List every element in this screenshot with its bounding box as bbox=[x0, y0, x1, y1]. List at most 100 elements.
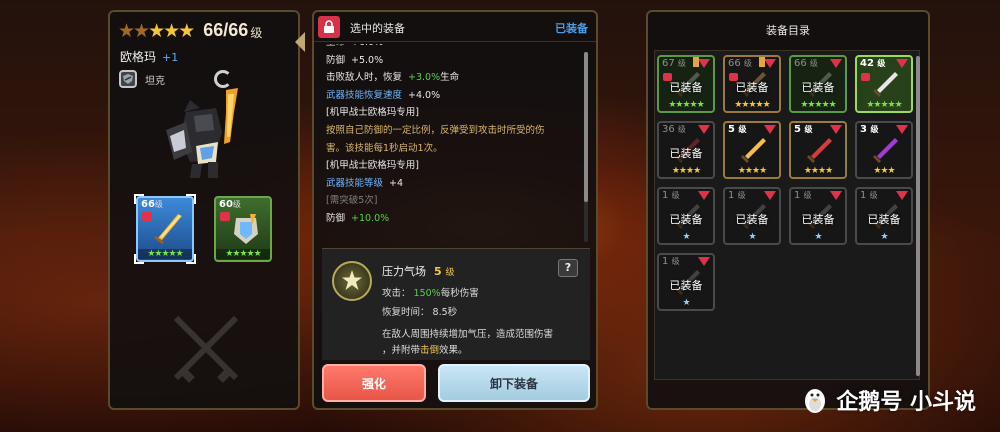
weapon-icon bbox=[807, 138, 832, 163]
equipment-card[interactable]: 36 级已装备 ★★★★ bbox=[657, 121, 715, 179]
shield-class-icon bbox=[119, 70, 137, 88]
skill-level: 5 级 bbox=[434, 265, 455, 278]
watermark: 企鹅号 小斗说 bbox=[800, 384, 976, 416]
sword-icon bbox=[154, 214, 182, 244]
new-flag-icon bbox=[764, 125, 776, 134]
armor-icon bbox=[234, 214, 258, 244]
hero-level: 66/66 bbox=[203, 20, 249, 40]
card-equipped-label: 已装备 bbox=[735, 81, 769, 94]
equipment-grid[interactable]: 67 级已装备 ★★★★★ 66 级已装备 ★★★★★ 66 级已装备 ★★★★★ 42 级… bbox=[654, 50, 920, 380]
equipment-catalog-panel: 装备目录 67 级已装备 ★★★★★ 66 级已装备 ★★★★★ 66 级已装备 ★★★★… bbox=[646, 10, 930, 410]
equipment-card[interactable]: 1 级已装备 ★ bbox=[723, 187, 781, 245]
panel-header: 选中的装备 已装备 bbox=[314, 12, 596, 42]
card-level: 36 级 bbox=[662, 124, 686, 135]
card-stars: ★★★★ bbox=[671, 166, 701, 176]
card-stars: ★ bbox=[682, 232, 690, 242]
slot-level: 66级 bbox=[141, 199, 163, 210]
card-equipped-label: 已装备 bbox=[801, 81, 835, 94]
panel-title: 选中的装备 bbox=[350, 22, 405, 35]
lock-icon bbox=[142, 212, 152, 221]
weapon-icon bbox=[873, 138, 898, 163]
stats-scrollbar[interactable] bbox=[584, 52, 588, 242]
equipment-card[interactable]: 66 级已装备 ★★★★★ bbox=[723, 55, 781, 113]
lock-icon[interactable] bbox=[318, 16, 340, 38]
skill-name: 压力气场 5 级 bbox=[382, 265, 455, 278]
selection-corner bbox=[186, 194, 196, 204]
new-flag-icon bbox=[896, 125, 908, 134]
equipment-card[interactable]: 1 级已装备 ★ bbox=[855, 187, 913, 245]
hero-sprite bbox=[166, 88, 238, 178]
stat-line: [机甲战士欧格玛专用] bbox=[326, 160, 419, 172]
card-stars: ★ bbox=[880, 232, 888, 242]
panel-pointer bbox=[295, 32, 305, 52]
card-equipped-label: 已装备 bbox=[669, 213, 703, 226]
new-flag-icon bbox=[698, 191, 710, 200]
card-stars: ★★★★★ bbox=[734, 100, 770, 110]
card-stars: ★★★★★ bbox=[866, 100, 902, 110]
card-level: 1 级 bbox=[794, 190, 812, 201]
help-button[interactable]: ? bbox=[558, 259, 578, 277]
skill-description: 在敌人周围持续增加气压，造成范围伤害 ，并附带击倒效果。 bbox=[382, 329, 554, 356]
hero-plus: +1 bbox=[162, 51, 179, 64]
bookmark-icon bbox=[693, 57, 699, 67]
card-stars: ★★★★ bbox=[803, 166, 833, 176]
card-stars: ★★★★ bbox=[737, 166, 767, 176]
card-stars: ★★★★★ bbox=[800, 100, 836, 110]
card-level: 3 级 bbox=[860, 124, 879, 135]
new-flag-icon bbox=[830, 191, 842, 200]
stat-line: 生命+6.0% bbox=[326, 44, 588, 52]
upgrade-button[interactable]: 强化 bbox=[322, 364, 426, 402]
equipment-card[interactable]: 1 级已装备 ★ bbox=[657, 253, 715, 311]
card-level: 1 级 bbox=[662, 256, 680, 267]
slot-stars: ★★★★★ bbox=[216, 249, 270, 259]
card-stars: ★ bbox=[814, 232, 822, 242]
equipment-card[interactable]: 1 级已装备 ★ bbox=[657, 187, 715, 245]
skill-icon bbox=[332, 261, 372, 301]
lock-icon bbox=[220, 212, 230, 221]
catalog-scrollbar[interactable] bbox=[916, 56, 920, 376]
equipment-card[interactable]: 1 级已装备 ★ bbox=[789, 187, 847, 245]
card-stars: ★ bbox=[748, 232, 756, 242]
new-flag-icon bbox=[896, 191, 908, 200]
card-stars: ★★★★★ bbox=[668, 100, 704, 110]
equipment-card[interactable]: 5 级 ★★★★ bbox=[723, 121, 781, 179]
weapon-icon bbox=[741, 138, 766, 163]
new-flag-icon bbox=[830, 125, 842, 134]
skill-attack: 攻击： 150%每秒伤害 bbox=[382, 288, 479, 299]
scrollbar-thumb[interactable] bbox=[916, 56, 920, 376]
hero-panel: ★ ★ ★ ★ ★ 66/66 级 欧格玛 +1 坦克 66级 ★★★★★ 60… bbox=[108, 10, 300, 410]
card-level: 1 级 bbox=[662, 190, 680, 201]
watermark-text: 企鹅号 小斗说 bbox=[836, 390, 976, 415]
scrollbar-thumb[interactable] bbox=[584, 52, 588, 202]
stat-line: [需突破5次] bbox=[326, 195, 378, 207]
slot-level: 60级 bbox=[219, 199, 241, 210]
card-equipped-label: 已装备 bbox=[867, 213, 901, 226]
equipped-weapon-slot[interactable]: 66级 ★★★★★ bbox=[134, 194, 196, 264]
unequip-button[interactable]: 卸下装备 bbox=[438, 364, 590, 402]
selection-corner bbox=[134, 254, 144, 264]
card-stars: ★ bbox=[682, 298, 690, 308]
equipment-card[interactable]: 5 级 ★★★★ bbox=[789, 121, 847, 179]
stat-line: 击败敌人时，恢复 +3.0%生命 bbox=[326, 72, 460, 84]
penguin-logo-icon bbox=[805, 389, 826, 413]
equipment-card[interactable]: 3 级 ★★★ bbox=[855, 121, 913, 179]
card-level: 1 级 bbox=[860, 190, 878, 201]
new-flag-icon bbox=[764, 191, 776, 200]
stat-line: 武器技能恢复速度 +4.0% bbox=[326, 89, 441, 101]
equipment-card[interactable]: 42 级 ★★★★★ bbox=[855, 55, 913, 113]
equipment-card[interactable]: 67 级已装备 ★★★★★ bbox=[657, 55, 715, 113]
stat-line: 武器技能等级 +4 bbox=[326, 177, 404, 189]
card-level: 67 级 bbox=[662, 58, 686, 69]
crossed-swords-icon bbox=[173, 315, 239, 383]
selection-corner bbox=[134, 194, 144, 204]
stat-line: [机甲战士欧格玛专用] bbox=[326, 107, 419, 119]
equipped-armor-slot[interactable]: 60级 ★★★★★ bbox=[214, 196, 272, 262]
slot-stars: ★★★★★ bbox=[138, 249, 192, 259]
equipment-card[interactable]: 66 级已装备 ★★★★★ bbox=[789, 55, 847, 113]
item-stats-list[interactable]: 生命+6.0% 防御+5.0% 击败敌人时，恢复+3.0%生命武器技能恢复速度+4.… bbox=[326, 44, 588, 242]
lock-icon bbox=[861, 73, 870, 81]
hero-stars: ★ ★ ★ ★ ★ 66/66 级 bbox=[118, 20, 262, 41]
card-equipped-label: 已装备 bbox=[801, 213, 835, 226]
card-level: 66 级 bbox=[794, 58, 818, 69]
card-equipped-label: 已装备 bbox=[669, 279, 703, 292]
